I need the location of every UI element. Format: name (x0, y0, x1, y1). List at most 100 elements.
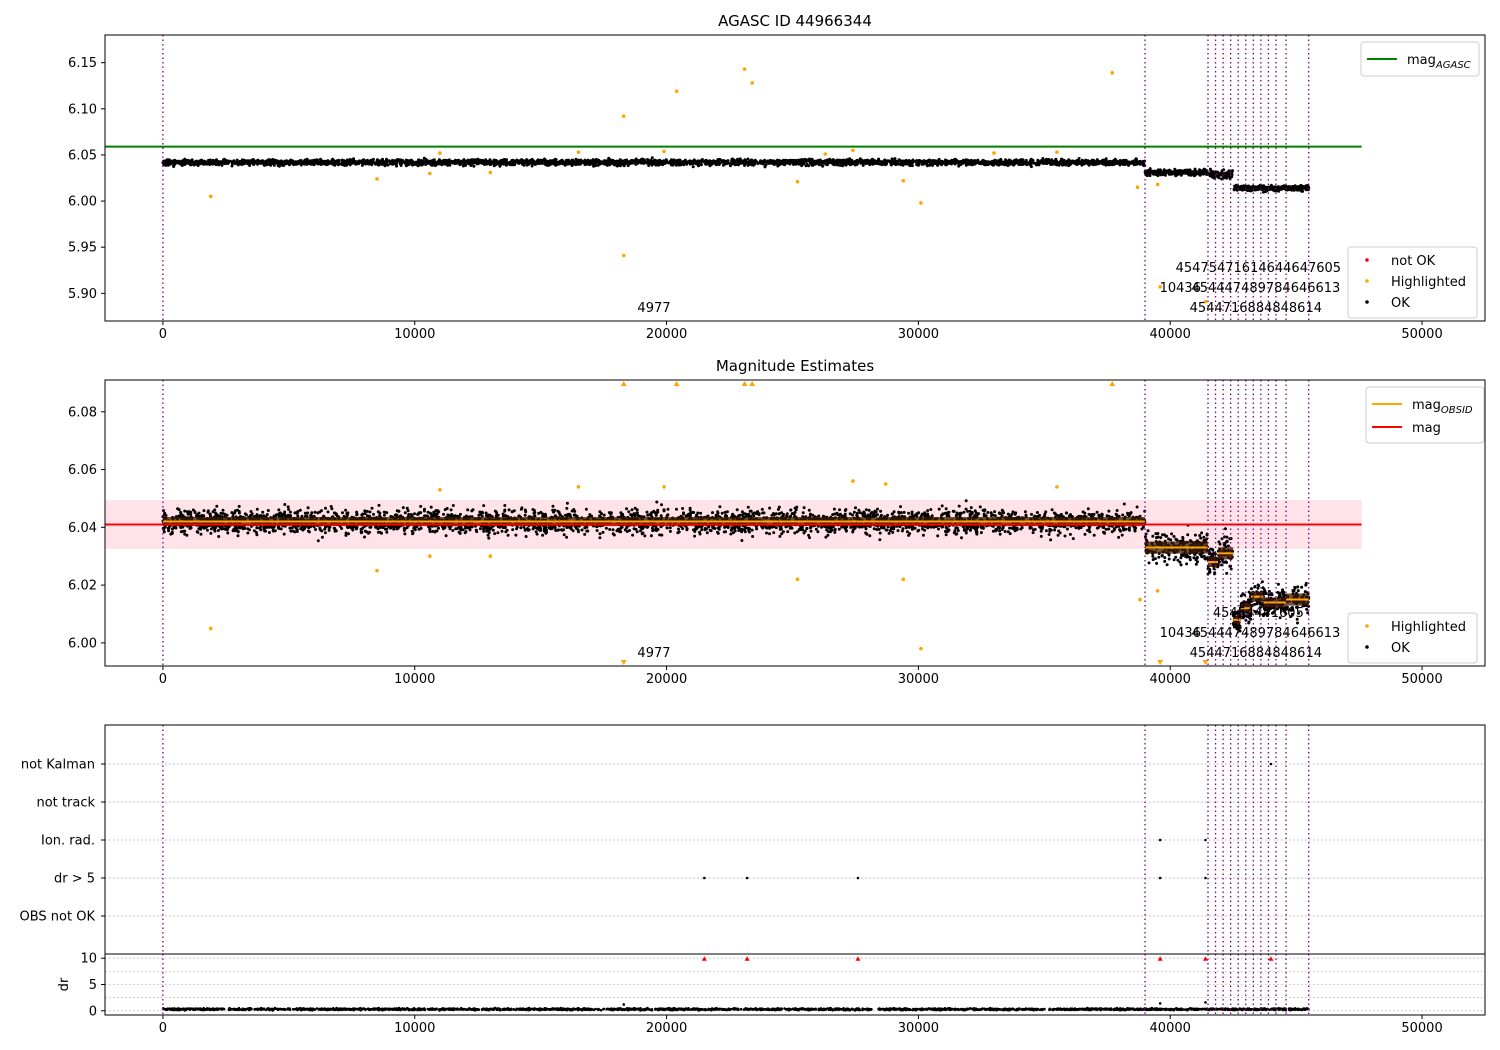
ok-data-point (1017, 158, 1021, 162)
ok-data-point (197, 511, 201, 515)
ok-data-point (864, 508, 868, 512)
ok-data-point (451, 504, 455, 507)
ok-data-point (491, 528, 495, 532)
ok-data-point (242, 162, 246, 166)
ok-data-point (807, 159, 811, 163)
ok-data-point (204, 161, 208, 165)
ok-data-point (224, 160, 228, 163)
ok-data-point (1024, 158, 1028, 162)
ok-data-point (1173, 172, 1177, 176)
ok-data-point (788, 162, 792, 166)
ok-data-point (1211, 175, 1215, 179)
ok-data-point (993, 514, 997, 518)
ok-data-point (273, 161, 277, 165)
ok-data-point (669, 163, 673, 167)
ok-data-point (413, 162, 417, 166)
ok-data-point (995, 160, 999, 164)
ok-data-point (303, 160, 307, 164)
ok-data-point (249, 160, 253, 164)
ok-data-point (417, 158, 421, 162)
ok-data-point (300, 161, 304, 165)
ok-data-point (949, 161, 953, 165)
ok-data-point (246, 160, 250, 164)
highlighted-data-point (662, 149, 666, 154)
ok-data-point (663, 162, 667, 166)
ok-data-point (899, 163, 903, 167)
ok-data-point (591, 158, 595, 162)
ok-data-point (543, 158, 547, 162)
ok-data-point (556, 509, 560, 513)
ok-data-point (668, 161, 672, 164)
ok-data-point (487, 160, 491, 164)
ok-data-point (193, 160, 197, 164)
ok-data-point (1232, 187, 1236, 191)
ok-data-point (445, 159, 449, 163)
ok-data-point (1193, 173, 1197, 177)
ok-data-point (406, 160, 410, 164)
highlighted-data-point (438, 151, 442, 155)
ok-data-point (390, 162, 393, 166)
ok-data-point (252, 158, 256, 162)
ok-data-point (645, 161, 649, 165)
ok-data-point (724, 530, 727, 534)
ok-data-point (809, 529, 813, 533)
highlighted-data-point (488, 170, 493, 175)
ok-data-point (660, 503, 663, 507)
ok-data-point (814, 527, 818, 531)
ok-data-point (316, 539, 320, 543)
ok-data-point (1148, 171, 1152, 175)
ok-data-point (871, 161, 875, 165)
ok-data-point (649, 534, 653, 538)
ok-data-point (503, 504, 507, 507)
ok-data-point (682, 161, 686, 165)
ok-data-point (652, 162, 656, 165)
ok-data-point (1262, 190, 1265, 194)
ok-data-point (1012, 159, 1016, 163)
magnitude-panel-plot-area: 4977104364545444160545444748978464661345… (68, 379, 1486, 687)
ok-data-point (1283, 184, 1287, 188)
ok-data-point (916, 162, 920, 166)
ok-data-point (1260, 184, 1264, 188)
ok-data-point (1304, 184, 1308, 188)
ok-data-point (526, 161, 530, 165)
ok-data-point (1135, 505, 1139, 509)
ok-data-point (562, 161, 566, 165)
ok-data-point (162, 530, 166, 534)
ok-data-point (349, 161, 353, 165)
legend-label: Highlighted (1391, 275, 1466, 290)
ok-data-point (387, 159, 391, 163)
ok-data-point (1177, 171, 1181, 175)
ok-data-point (827, 159, 830, 163)
ok-data-point (282, 532, 286, 536)
ok-data-point (356, 161, 360, 165)
ok-data-point (437, 158, 441, 162)
ok-data-point (1056, 161, 1060, 165)
ok-data-point (732, 160, 736, 163)
highlighted-data-point (208, 194, 213, 199)
ok-data-point (832, 507, 836, 511)
ok-data-point (1117, 161, 1120, 165)
ok-data-point (1243, 184, 1247, 188)
ok-data-point (970, 160, 974, 164)
ok-data-point (890, 512, 894, 516)
ok-data-point (990, 162, 994, 166)
ok-data-point (848, 157, 852, 161)
highlighted-data-point (901, 178, 906, 183)
ok-data-point (401, 160, 405, 164)
ok-data-point (289, 529, 293, 533)
ok-data-point (199, 162, 202, 166)
ok-data-point (236, 534, 240, 538)
ok-data-point (674, 160, 678, 163)
ok-data-point (353, 161, 357, 165)
ok-data-point (264, 161, 268, 165)
ok-data-point (928, 160, 932, 163)
ok-data-point (824, 162, 828, 166)
ok-data-point (885, 162, 888, 166)
ok-data-point (243, 159, 247, 163)
ok-data-point (1202, 167, 1206, 171)
ok-data-point (1031, 159, 1035, 163)
ok-data-point (323, 527, 327, 531)
ok-data-point (1004, 158, 1007, 162)
ok-data-point (1226, 171, 1230, 175)
ok-data-point (509, 163, 513, 167)
